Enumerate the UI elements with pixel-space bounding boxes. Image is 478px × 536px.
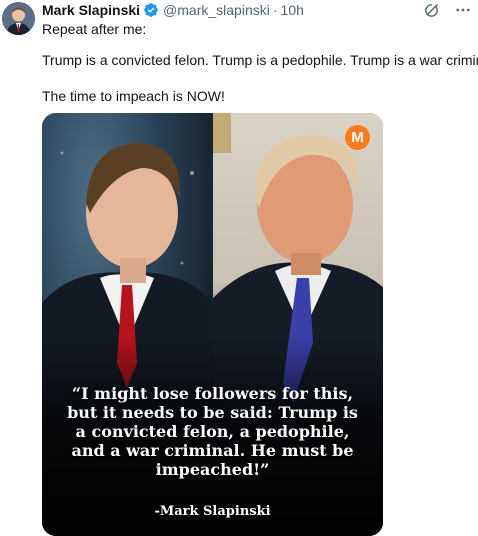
logo-m-icon: M [345,125,370,150]
quote-attribution: -Mark Slapinski [154,504,271,519]
author-handle[interactable]: @mark_slapinski [163,2,270,18]
quote-line-4: and a war criminal. He must be [71,441,354,460]
post-text-line-1: Repeat after me: [42,21,147,37]
quote-line-3: a convicted felon, a pedophile, [75,422,350,441]
post-header: Mark Slapinski @mark_slapinski · 10h [42,0,304,20]
quote-line-2: but it needs to be said: Trump is [67,403,358,422]
separator-dot: · [272,2,278,18]
author-name[interactable]: Mark Slapinski [42,2,140,18]
logo-letter: M [351,129,364,146]
quote-line-1: “I might lose followers for this, [71,384,354,403]
verified-badge-icon [143,2,159,18]
post-actions-top [422,1,472,19]
avatar-image [2,2,35,35]
post-media-image[interactable]: M “I might lose followers for this, but … [42,113,383,536]
grok-icon[interactable] [422,1,440,19]
post-text-line-2: Trump is a convicted felon. Trump is a p… [42,52,478,68]
post-timestamp[interactable]: 10h [281,2,304,18]
media-quote: “I might lose followers for this, but it… [42,384,383,479]
more-icon[interactable] [454,1,472,19]
quote-line-5: impeached!” [155,460,270,479]
avatar[interactable] [2,2,35,35]
post-text-line-3: The time to impeach is NOW! [42,88,225,104]
